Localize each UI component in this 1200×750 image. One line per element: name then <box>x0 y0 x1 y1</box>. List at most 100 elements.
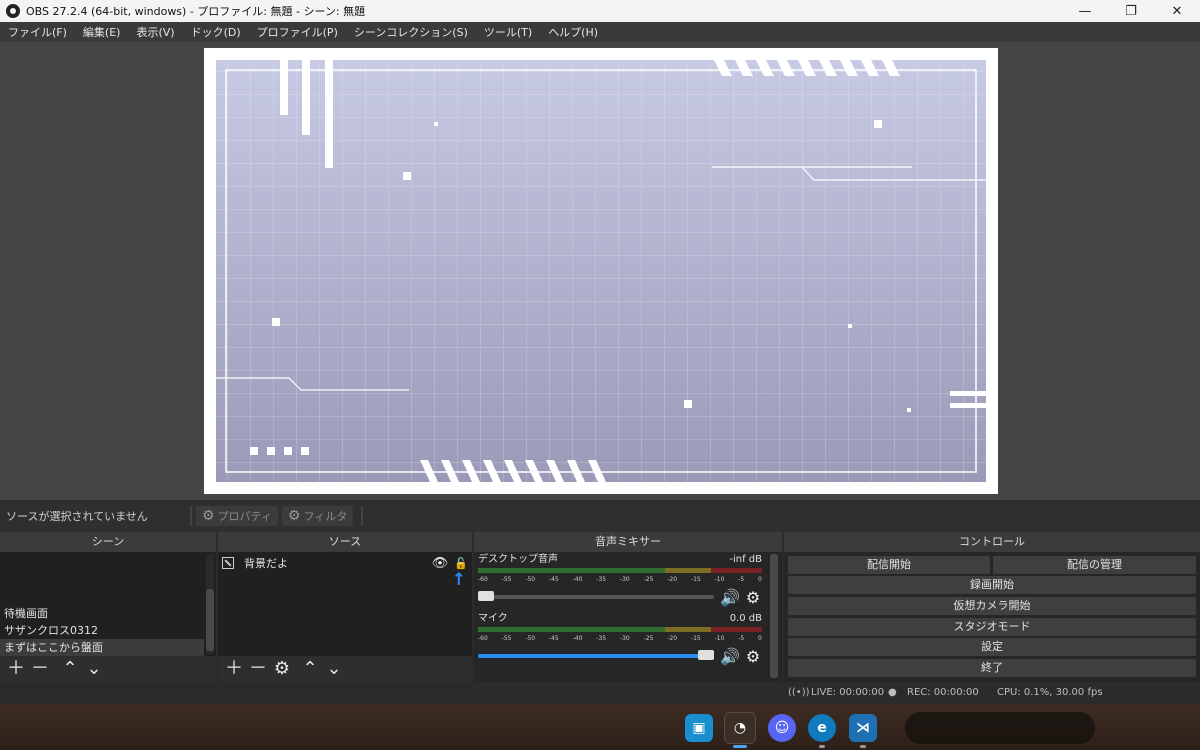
mixer-track-mic: マイク 0.0 dB -60 -55 -50 -45 -40 -35 -30 -25 -20 -1… <box>478 613 762 671</box>
preview-canvas[interactable] <box>204 48 998 494</box>
menu-file[interactable]: ファイル(F) <box>0 24 75 40</box>
move-source-up-button[interactable]: ⌃ <box>298 658 322 680</box>
filters-button[interactable]: ⚙ フィルタ <box>281 506 354 526</box>
mixer-header: 音声ミキサー <box>474 532 782 552</box>
active-app-indicator <box>733 745 747 748</box>
sources-dock: ソース 背景だよ 👁 🔓 ↑ ＋ － ⚙ ⌃ ⌄ <box>218 532 472 682</box>
mixer-track-desktop: デスクトップ音声 -inf dB -60 -55 -50 -45 -40 -35 -30 -2… <box>478 554 762 612</box>
volume-slider[interactable] <box>478 591 714 601</box>
live-signal-icon: ((•)) <box>788 687 810 698</box>
controls-body: 配信開始 配信の管理 録画開始 仮想カメラ開始 スタジオモード 設定 終了 <box>784 552 1200 682</box>
redacted-area <box>905 712 1095 744</box>
slider-knob[interactable] <box>478 591 494 601</box>
slider-knob[interactable] <box>698 650 714 660</box>
scene-item[interactable]: サザンクロス0312 <box>0 622 204 639</box>
source-properties-gear-icon[interactable]: ⚙ <box>270 658 294 680</box>
meter-ticks: -60 -55 -50 -45 -40 -35 -30 -25 -20 -15 -10 -5 0 <box>478 635 762 642</box>
start-streaming-button[interactable]: 配信開始 <box>788 556 990 574</box>
menu-bar: ファイル(F) 編集(E) 表示(V) ドック(D) プロファイル(P) シーン… <box>0 22 1200 42</box>
image-source-icon <box>222 557 234 569</box>
scenes-header: シーン <box>0 532 216 552</box>
add-source-button[interactable]: ＋ <box>222 658 246 680</box>
volume-meter <box>478 626 762 634</box>
volume-meter <box>478 567 762 575</box>
controls-dock: コントロール 配信開始 配信の管理 録画開始 仮想カメラ開始 スタジオモード 設… <box>784 532 1200 682</box>
track-level: 0.0 dB <box>729 613 762 624</box>
manage-broadcast-button[interactable]: 配信の管理 <box>993 556 1196 574</box>
settings-button[interactable]: 設定 <box>788 638 1196 656</box>
filters-label: フィルタ <box>303 510 348 523</box>
gear-icon[interactable]: ⚙ <box>744 647 762 666</box>
studio-mode-button[interactable]: スタジオモード <box>788 618 1196 636</box>
obs-logo-icon <box>6 4 20 18</box>
scrollbar-thumb[interactable] <box>770 554 778 678</box>
scene-item-selected[interactable]: まずはここから盤面 <box>0 639 204 656</box>
menu-tools[interactable]: ツール(T) <box>476 24 540 40</box>
menu-scene-collection[interactable]: シーンコレクション(S) <box>346 24 476 40</box>
windows-taskbar: ▣ ◔ ☺ e ⋊ <box>0 704 1200 750</box>
move-scene-up-button[interactable]: ⌃ <box>58 658 82 680</box>
menu-docks[interactable]: ドック(D) <box>183 24 249 40</box>
sources-toolbar: ＋ － ⚙ ⌃ ⌄ <box>218 656 472 682</box>
toolbar-separator <box>361 506 364 526</box>
properties-label: プロパティ <box>217 510 272 523</box>
track-level: -inf dB <box>729 554 762 565</box>
camera-app-icon[interactable]: ▣ <box>685 714 713 742</box>
edge-app-icon[interactable]: e <box>808 714 836 742</box>
cpu-fps-stats: CPU: 0.1%, 30.00 fps <box>997 687 1103 698</box>
mixer-body: デスクトップ音声 -inf dB -60 -55 -50 -45 -40 -35 -30 -2… <box>474 552 782 682</box>
obs-app-icon[interactable]: ◔ <box>724 712 756 744</box>
controls-header: コントロール <box>784 532 1200 552</box>
start-recording-button[interactable]: 録画開始 <box>788 576 1196 594</box>
rec-timer: REC: 00:00:00 <box>907 687 979 698</box>
toolbar-separator <box>190 506 192 526</box>
scenes-toolbar: ＋ － ⌃ ⌄ <box>0 656 216 682</box>
restore-button[interactable]: ❐ <box>1108 0 1154 22</box>
discord-app-icon[interactable]: ☺ <box>768 714 796 742</box>
menu-edit[interactable]: 編集(E) <box>75 24 129 40</box>
mixer-scrollbar[interactable] <box>770 554 778 678</box>
move-scene-down-button[interactable]: ⌄ <box>82 658 106 680</box>
source-toolbar: ソースが選択されていません ⚙ プロパティ ⚙ フィルタ <box>0 500 1200 532</box>
add-scene-button[interactable]: ＋ <box>4 658 28 680</box>
menu-help[interactable]: ヘルプ(H) <box>540 24 606 40</box>
canvas-background-graphic <box>216 60 986 482</box>
speaker-icon[interactable]: 🔊 <box>720 588 740 607</box>
window-titlebar: OBS 27.2.4 (64-bit, windows) - プロファイル: 無… <box>0 0 1200 22</box>
close-button[interactable]: ✕ <box>1154 0 1200 22</box>
minimize-button[interactable]: — <box>1062 0 1108 22</box>
scenes-scrollbar[interactable] <box>206 554 214 654</box>
menu-view[interactable]: 表示(V) <box>128 24 182 40</box>
audio-mixer-dock: 音声ミキサー デスクトップ音声 -inf dB -60 -55 -50 -45 -40-… <box>474 532 782 682</box>
running-app-indicator <box>860 745 866 748</box>
track-name: デスクトップ音声 <box>478 554 558 565</box>
meter-ticks: -60 -55 -50 -45 -40 -35 -30 -25 -20 -15 -10 -5 0 <box>478 576 762 583</box>
exit-button[interactable]: 終了 <box>788 659 1196 677</box>
scene-item[interactable]: 待機画面 <box>0 605 204 622</box>
remove-source-button[interactable]: － <box>246 658 270 680</box>
live-timer: LIVE: 00:00:00 <box>811 687 885 698</box>
move-source-down-button[interactable]: ⌄ <box>322 658 346 680</box>
scenes-dock: シーン 待機画面 サザンクロス0312 まずはここから盤面 ＋ － ⌃ ⌄ <box>0 532 216 682</box>
speaker-icon[interactable]: 🔊 <box>720 647 740 666</box>
eye-icon[interactable]: 👁 <box>432 556 449 571</box>
start-virtual-camera-button[interactable]: 仮想カメラ開始 <box>788 597 1196 615</box>
status-bar: ((•)) LIVE: 00:00:00 ● REC: 00:00:00 CPU… <box>0 682 1200 704</box>
scrollbar-thumb[interactable] <box>206 589 214 651</box>
unlock-icon[interactable]: 🔓 <box>454 557 468 570</box>
rec-dot-icon: ● <box>888 687 897 698</box>
properties-button[interactable]: ⚙ プロパティ <box>196 506 278 526</box>
scenes-list[interactable]: 待機画面 サザンクロス0312 まずはここから盤面 <box>0 552 216 656</box>
gear-icon[interactable]: ⚙ <box>744 588 762 607</box>
arrow-up-icon: ↑ <box>451 570 466 590</box>
vscode-app-icon[interactable]: ⋊ <box>849 714 877 742</box>
sources-list[interactable]: 背景だよ 👁 🔓 ↑ <box>218 552 472 656</box>
source-item[interactable]: 背景だよ 👁 🔓 <box>222 554 468 572</box>
window-title: OBS 27.2.4 (64-bit, windows) - プロファイル: 無… <box>26 5 366 18</box>
sources-header: ソース <box>218 532 472 552</box>
remove-scene-button[interactable]: － <box>28 658 52 680</box>
volume-slider[interactable] <box>478 650 714 660</box>
preview-area[interactable] <box>0 42 1200 500</box>
menu-profile[interactable]: プロファイル(P) <box>249 24 346 40</box>
no-source-selected-label: ソースが選択されていません <box>6 510 148 523</box>
